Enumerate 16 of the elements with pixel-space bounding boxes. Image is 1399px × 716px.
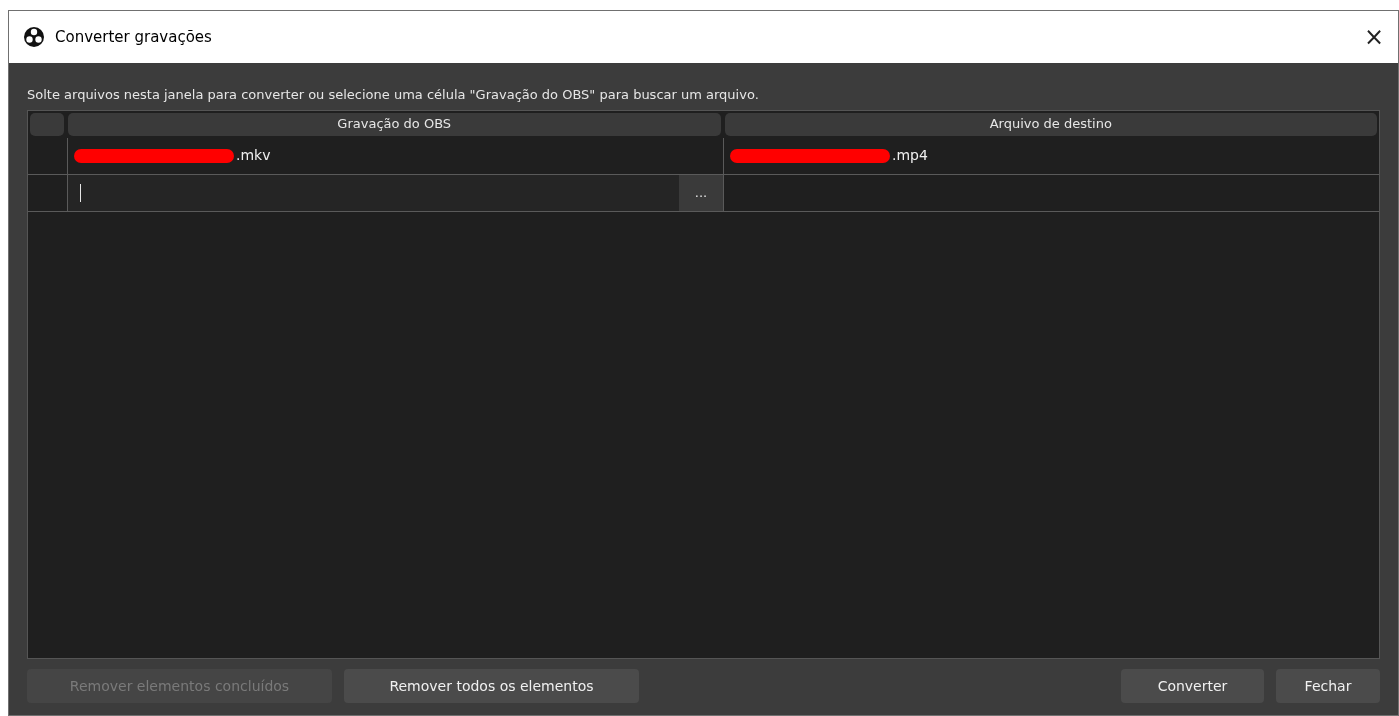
table-cell[interactable]: .mkv (68, 137, 724, 174)
path-input-field[interactable] (68, 174, 679, 211)
window-title: Converter gravações (55, 26, 212, 48)
hint-text: Solte arquivos nesta janela para converter ou selecione uma célula "Gravação do OBS" para buscar um arquivo. (27, 86, 760, 104)
table-cell[interactable]: .mp4 (724, 137, 1379, 174)
dialog-button[interactable]: Converter (1121, 669, 1264, 703)
column-header: Arquivo de destino (724, 112, 1377, 136)
app-logo-icon (23, 26, 45, 48)
dialog-button[interactable]: Remover todos os elementos (344, 669, 639, 703)
dialog-button[interactable]: Fechar (1276, 669, 1380, 703)
close-button[interactable]: × (1363, 25, 1384, 49)
corner-header (30, 112, 64, 136)
column-header: Gravação do OBS (68, 112, 721, 136)
file-extension: .mp4 (892, 146, 928, 165)
browse-button[interactable]: ... (679, 174, 723, 211)
file-extension: .mkv (236, 146, 271, 165)
